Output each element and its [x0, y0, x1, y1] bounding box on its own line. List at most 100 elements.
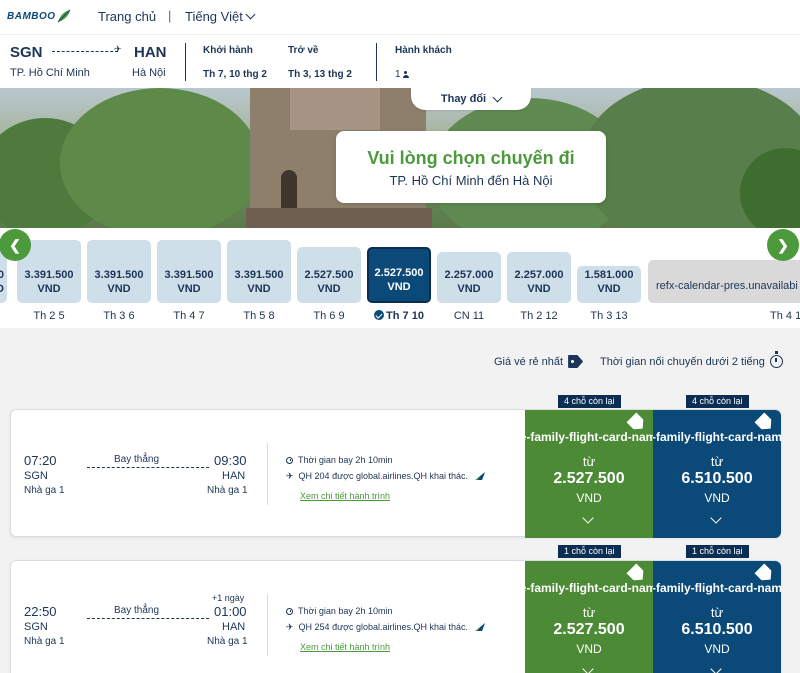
departure-date: Th 7, 10 thg 2 — [203, 69, 267, 80]
fare-family-name: re-family-flight-card-name — [525, 581, 653, 595]
itinerary-summary: SGN ✈ HAN TP. Hồ Chí Minh Hà Nội Khởi hà… — [0, 34, 800, 88]
departure-time: 22:50 — [24, 604, 57, 619]
passengers-label: Hành khách — [395, 45, 452, 56]
fare-from-label: từ — [582, 605, 596, 620]
hero-tower-top — [290, 88, 380, 130]
flight-duration: Thời gian bay 2h 10min — [286, 606, 392, 616]
calendar-day-currency: VND — [387, 281, 411, 293]
flight-card: 22:50 Bay thẳng +1 ngày 01:00 SGN HAN Nh… — [10, 560, 781, 673]
flight-operator: ✈ QH 254 được global.airlines.QH khai th… — [286, 622, 486, 632]
calendar-day-label: Th 2 5 — [17, 310, 81, 322]
clock-icon — [286, 607, 293, 615]
calendar-day-label-text: Th 7 10 — [386, 310, 424, 322]
divider — [267, 594, 268, 656]
fare-family-name: e-family-flight-card-name — [653, 430, 781, 444]
flight-mode: Bay thẳng — [114, 605, 160, 616]
calendar-day[interactable]: 3.391.500 VND Th 5 8 — [227, 228, 291, 328]
calendar-day-price: 3.391.500 — [94, 269, 144, 281]
fare-economy[interactable]: re-family-flight-card-name từ 2.527.500 … — [525, 561, 653, 673]
itinerary-details-link[interactable]: Xem chi tiết hành trình — [300, 491, 390, 501]
clock-icon — [286, 456, 293, 464]
calendar-day-price: 2.257.000 — [514, 269, 564, 281]
calendar-day-price: 2.527.500 — [374, 267, 424, 279]
origin-code: SGN — [10, 44, 43, 61]
connection-time-filter[interactable]: Thời gian nối chuyến dưới 2 tiếng — [600, 351, 783, 368]
route-line — [87, 618, 209, 619]
flight-operator-text: QH 204 được global.airlines.QH khai thác… — [298, 471, 469, 481]
logo-text: BAMBOO — [7, 10, 56, 22]
divider — [185, 43, 186, 81]
calendar-next-button[interactable]: ❯ — [767, 229, 799, 261]
calendar-day[interactable]: 2.257.000 VND Th 2 12 — [507, 228, 571, 328]
flight-mode: Bay thẳng — [114, 454, 160, 465]
chevron-left-icon: ❮ — [9, 236, 21, 253]
departure-time: 07:20 — [24, 453, 57, 468]
language-selector[interactable]: Tiếng Việt — [185, 9, 256, 24]
fare-price: 6.510.500 — [681, 470, 753, 487]
calendar-day[interactable]: 2.257.000 VND CN 11 — [437, 228, 501, 328]
return-label: Trở về — [288, 45, 319, 56]
fare-family-name: re-family-flight-card-name — [525, 430, 653, 444]
bamboo-leaf-icon — [475, 623, 486, 631]
fare-business[interactable]: e-family-flight-card-name từ 6.510.500 V… — [653, 410, 781, 538]
price-tag-icon — [568, 355, 584, 368]
calendar-day[interactable]: 2.527.500 VND Th 7 10 — [367, 228, 431, 328]
fare-economy[interactable]: re-family-flight-card-name từ 2.527.500 … — [525, 410, 653, 538]
chevron-right-icon: ❯ — [777, 236, 789, 253]
hero-subtitle: TP. Hồ Chí Minh đến Hà Nội — [389, 173, 553, 188]
person-icon — [402, 71, 409, 78]
calendar-day-label: Th 4 7 — [157, 310, 221, 322]
top-nav: BAMBOO Trang chủ | Tiếng Việt — [0, 0, 800, 34]
airplane-icon: ✈ — [286, 470, 294, 481]
divider — [267, 443, 268, 505]
calendar-day-bar: 3.391.500 VND — [87, 240, 151, 303]
cheapest-filter[interactable]: Giá vé rẻ nhất — [494, 355, 584, 368]
calendar-prev-button[interactable]: ❮ — [0, 229, 31, 261]
calendar-day-currency: VND — [317, 283, 341, 295]
fare-currency: VND — [576, 642, 602, 656]
fare-currency: VND — [704, 642, 730, 656]
arrival-airport: HAN — [222, 470, 246, 482]
fare-currency: VND — [704, 491, 730, 505]
fare-business[interactable]: e-family-flight-card-name từ 6.510.500 V… — [653, 561, 781, 673]
calendar-day-label-text: Th 4 7 — [173, 310, 205, 322]
hero-title: Vui lòng chọn chuyến đi — [367, 148, 575, 168]
departure-airport: SGN — [24, 621, 48, 633]
arrival-airport: HAN — [222, 621, 246, 633]
calendar-day[interactable]: 3.391.500 VND Th 4 7 — [157, 228, 221, 328]
nav-separator: | — [168, 8, 172, 23]
calendar-day-label-text: CN 11 — [453, 310, 485, 322]
bamboo-logo[interactable]: BAMBOO — [7, 9, 71, 23]
chevron-down-icon — [710, 512, 722, 524]
fare-price: 2.527.500 — [553, 621, 625, 638]
calendar-day-label-text: Th 3 6 — [103, 310, 135, 322]
calendar-day[interactable]: 1.581.000 VND Th 3 13 — [577, 228, 641, 328]
divider — [376, 43, 377, 81]
route-line — [52, 51, 118, 52]
arrival-terminal: Nhà ga 1 — [207, 485, 248, 496]
filters-bar: Giá vé rẻ nhất Thời gian nối chuyến dưới… — [0, 351, 800, 379]
calendar-day[interactable]: 2.527.500 VND Th 6 9 — [297, 228, 361, 328]
change-search-button[interactable]: Thay đổi — [411, 88, 531, 110]
flight-card: 07:20 Bay thẳng 09:30 SGN HAN Nhà ga 1 N… — [10, 409, 781, 538]
calendar-day[interactable]: 3.391.500 VND Th 3 6 — [87, 228, 151, 328]
fare-from-label: từ — [710, 454, 724, 469]
calendar-day-bar: 2.257.000 VND — [507, 252, 571, 303]
calendar-day-price: 1.581.000 — [584, 269, 634, 281]
calendar-day-label: Th 3 13 — [577, 310, 641, 322]
itinerary-details-link[interactable]: Xem chi tiết hành trình — [300, 642, 390, 652]
plus-day-indicator: +1 ngày — [212, 593, 245, 603]
calendar-day-currency: VND — [107, 283, 131, 295]
calendar-day-label: Th 6 9 — [297, 310, 361, 322]
passengers-number: 1 — [395, 69, 401, 80]
calendar-day-bar: 2.257.000 VND — [437, 252, 501, 303]
calendar-day-label: Th 4 1 — [770, 310, 800, 322]
nav-home-link[interactable]: Trang chủ — [98, 9, 156, 24]
arrival-time: 01:00 — [214, 604, 247, 619]
fare-from-label: từ — [582, 454, 596, 469]
destination-city: Hà Nội — [132, 67, 166, 79]
stopwatch-icon — [769, 351, 783, 368]
calendar-day-label-text: Th 2 12 — [520, 310, 558, 322]
seats-left-badge: 4 chỗ còn lại — [558, 395, 621, 408]
hero-tree — [60, 88, 260, 228]
